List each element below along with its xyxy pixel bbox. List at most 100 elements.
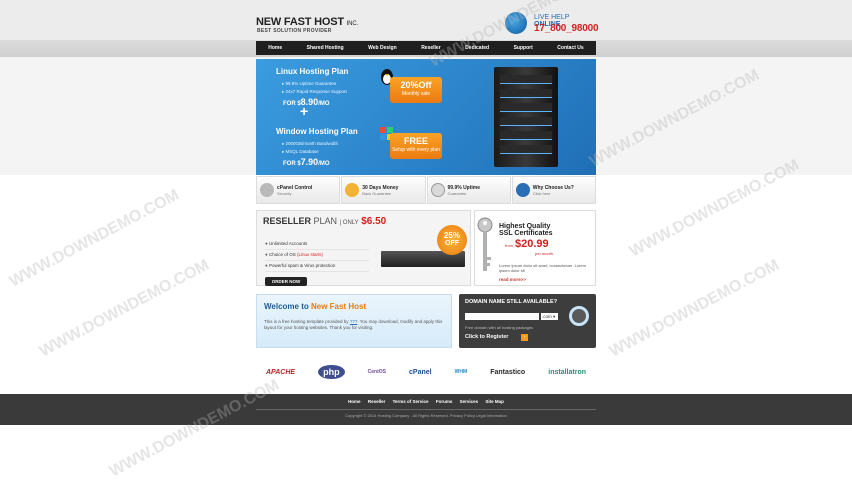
welcome-title-a: Welcome to — [264, 302, 309, 311]
footer-link-reseller[interactable]: Reseller — [368, 399, 386, 404]
feature-title: 30 Days Money — [362, 184, 399, 191]
reseller-panel: RESELLER PLAN | ONLY $6.50 Unlimited Acc… — [256, 210, 471, 286]
feature-title: Why Choose Us? — [532, 184, 574, 191]
feature-sub: Back Guarantee — [362, 190, 392, 196]
headset-icon[interactable] — [505, 12, 527, 34]
badge-big: 20%Off — [400, 80, 432, 90]
linux-plan-title[interactable]: Linux Hosting Plan — [276, 67, 348, 76]
fantastico-logo: Fantastico — [490, 368, 526, 376]
ssl-title-line2: SSL Certificates — [499, 230, 553, 237]
centos-logo: CentOS — [367, 369, 386, 375]
badge-small: Monthly sale — [401, 91, 431, 97]
register-link[interactable]: Click to Register — [465, 334, 508, 340]
ssl-price: $20.99 — [515, 238, 549, 250]
list-item-text: Choice of OS — [268, 252, 297, 257]
window-feature-text: 2000GB/month Bandwidth — [285, 141, 339, 146]
server-slot — [500, 117, 552, 126]
watermark: WWW.DOWNDEMO.COM — [606, 256, 782, 361]
price-suffix: /MO — [318, 161, 330, 167]
footer-divider — [256, 409, 596, 410]
reseller-only: | ONLY — [339, 220, 359, 226]
footer-link-sitemap[interactable]: Site Map — [485, 399, 504, 404]
live-help-text: LIVE HELP — [534, 14, 570, 21]
nav-home[interactable]: Home — [268, 45, 282, 51]
watermark: WWW.DOWNDEMO.COM — [36, 256, 212, 361]
feature-sub: Click here — [532, 190, 551, 196]
tld-select[interactable]: .com ▾ — [541, 313, 558, 320]
welcome-text: This is a free hosting template provided… — [264, 319, 446, 331]
price-value: 7.90 — [300, 157, 319, 167]
domain-title: DOMAIN NAME STILL AVAILABLE? — [465, 299, 558, 305]
key-icon — [477, 217, 493, 271]
list-item-text: Unlimited Accounts — [268, 241, 308, 246]
clock-icon — [430, 183, 445, 197]
domain-search-panel: DOMAIN NAME STILL AVAILABLE? .com ▾ Free… — [459, 294, 596, 348]
discount-badge: 25% OFF — [437, 225, 467, 255]
read-more-link[interactable]: read more>> — [499, 277, 526, 282]
partner-logos: APACHE php CentOS cPanel WHM Fantastico … — [266, 358, 586, 386]
domain-note: Free domain with all hosting packages — [465, 325, 534, 330]
linux-offer-badge[interactable]: 20%Off Monthly sale — [390, 77, 442, 103]
window-feature-text: MSQL Database — [285, 149, 319, 154]
nav-contact-us[interactable]: Contact Us — [557, 45, 583, 51]
welcome-title: Welcome to New Fast Host — [264, 302, 366, 311]
footer-link-services[interactable]: Services — [460, 399, 479, 404]
order-now-button[interactable]: ORDER NOW — [265, 277, 307, 286]
list-item-text: Powerful spam & Virus protection — [268, 263, 336, 268]
linux-feature-text: 99.9% Uptime Guarantee — [285, 81, 337, 86]
welcome-title-b: New Fast Host — [310, 302, 367, 311]
feature-why-us[interactable]: Why Choose Us? Click here — [511, 176, 596, 204]
discount-word: OFF — [445, 240, 459, 247]
list-item: Choice of OS (Linux starts) — [265, 250, 369, 261]
page-container: NEW FAST HOST INC. BEST SOLUTION PROVIDE… — [256, 0, 599, 479]
reseller-plan-word: PLAN — [313, 216, 338, 226]
welcome-text-a: This is a free hosting template provided… — [264, 319, 349, 324]
window-offer-badge[interactable]: FREE Setup with every plan — [390, 133, 442, 159]
nav-web-design[interactable]: Web Design — [368, 45, 397, 51]
feature-title: 99.9% Uptime — [447, 184, 481, 191]
window-feature-2: ▸ MSQL Database — [282, 149, 319, 154]
welcome-panel: Welcome to New Fast Host This is a free … — [256, 294, 452, 348]
reseller-price: $6.50 — [361, 216, 387, 227]
copyright: Copyright © 2014 Hosting Company - All R… — [345, 413, 507, 418]
footer-link-terms[interactable]: Terms of Service — [393, 399, 429, 404]
footer-link-home[interactable]: Home — [348, 399, 361, 404]
nav-support[interactable]: Support — [514, 45, 533, 51]
cpanel-logo: cPanel — [409, 368, 432, 376]
reseller-title: RESELLER PLAN | ONLY $6.50 — [263, 216, 386, 227]
window-feature-1: ▸ 2000GB/month Bandwidth — [282, 141, 339, 146]
ssl-panel: Highest Quality SSL Certificates from $20… — [474, 210, 596, 286]
feature-text: 99.9% Uptime Guarantee — [448, 185, 481, 196]
price-prefix: FOR $ — [283, 101, 301, 107]
site-logo[interactable]: NEW FAST HOST INC. — [256, 16, 358, 28]
reseller-word: RESELLER — [263, 216, 312, 226]
discount-percent: 25% — [443, 231, 460, 240]
nav-shared-hosting[interactable]: Shared Hosting — [307, 45, 344, 51]
tld-value: .com — [542, 314, 552, 319]
linux-feature-1: ▸ 99.9% Uptime Guarantee — [282, 81, 337, 86]
nav-dedicated[interactable]: Dedicated — [465, 45, 489, 51]
ssl-title: Highest Quality SSL Certificates — [499, 223, 553, 237]
server-image — [494, 67, 558, 167]
feature-sub: Guarantee — [447, 190, 467, 196]
list-item: Unlimited Accounts — [265, 239, 369, 250]
feature-text: Why Choose Us? Click here — [533, 185, 574, 196]
server-slot — [500, 145, 552, 154]
hero-banner: Linux Hosting Plan ▸ 99.9% Uptime Guaran… — [256, 59, 596, 175]
feature-cpanel[interactable]: cPanel Control Security — [256, 176, 341, 204]
footer-link-forums[interactable]: Forums — [436, 399, 453, 404]
nav-reseller[interactable]: Reseller — [421, 45, 440, 51]
server-slot — [500, 89, 552, 98]
domain-input[interactable] — [465, 313, 539, 320]
question-icon — [515, 183, 530, 197]
installatron-logo: installatron — [548, 368, 586, 376]
ssl-description: Lorem ipsum dolor sit amet, consectetuer… — [499, 263, 586, 273]
phone-number: 17_800_98000 — [534, 23, 599, 34]
arrow-right-icon[interactable]: › — [521, 334, 528, 341]
window-plan-title[interactable]: Window Hosting Plan — [276, 127, 358, 136]
feature-uptime[interactable]: 99.9% Uptime Guarantee — [426, 176, 511, 204]
feature-money-back[interactable]: 30 Days Money Back Guarantee — [341, 176, 426, 204]
tagline: BEST SOLUTION PROVIDER — [257, 28, 332, 34]
list-item: Powerful spam & Virus protection — [265, 261, 369, 272]
window-price: FOR $7.90/MO — [283, 157, 330, 167]
